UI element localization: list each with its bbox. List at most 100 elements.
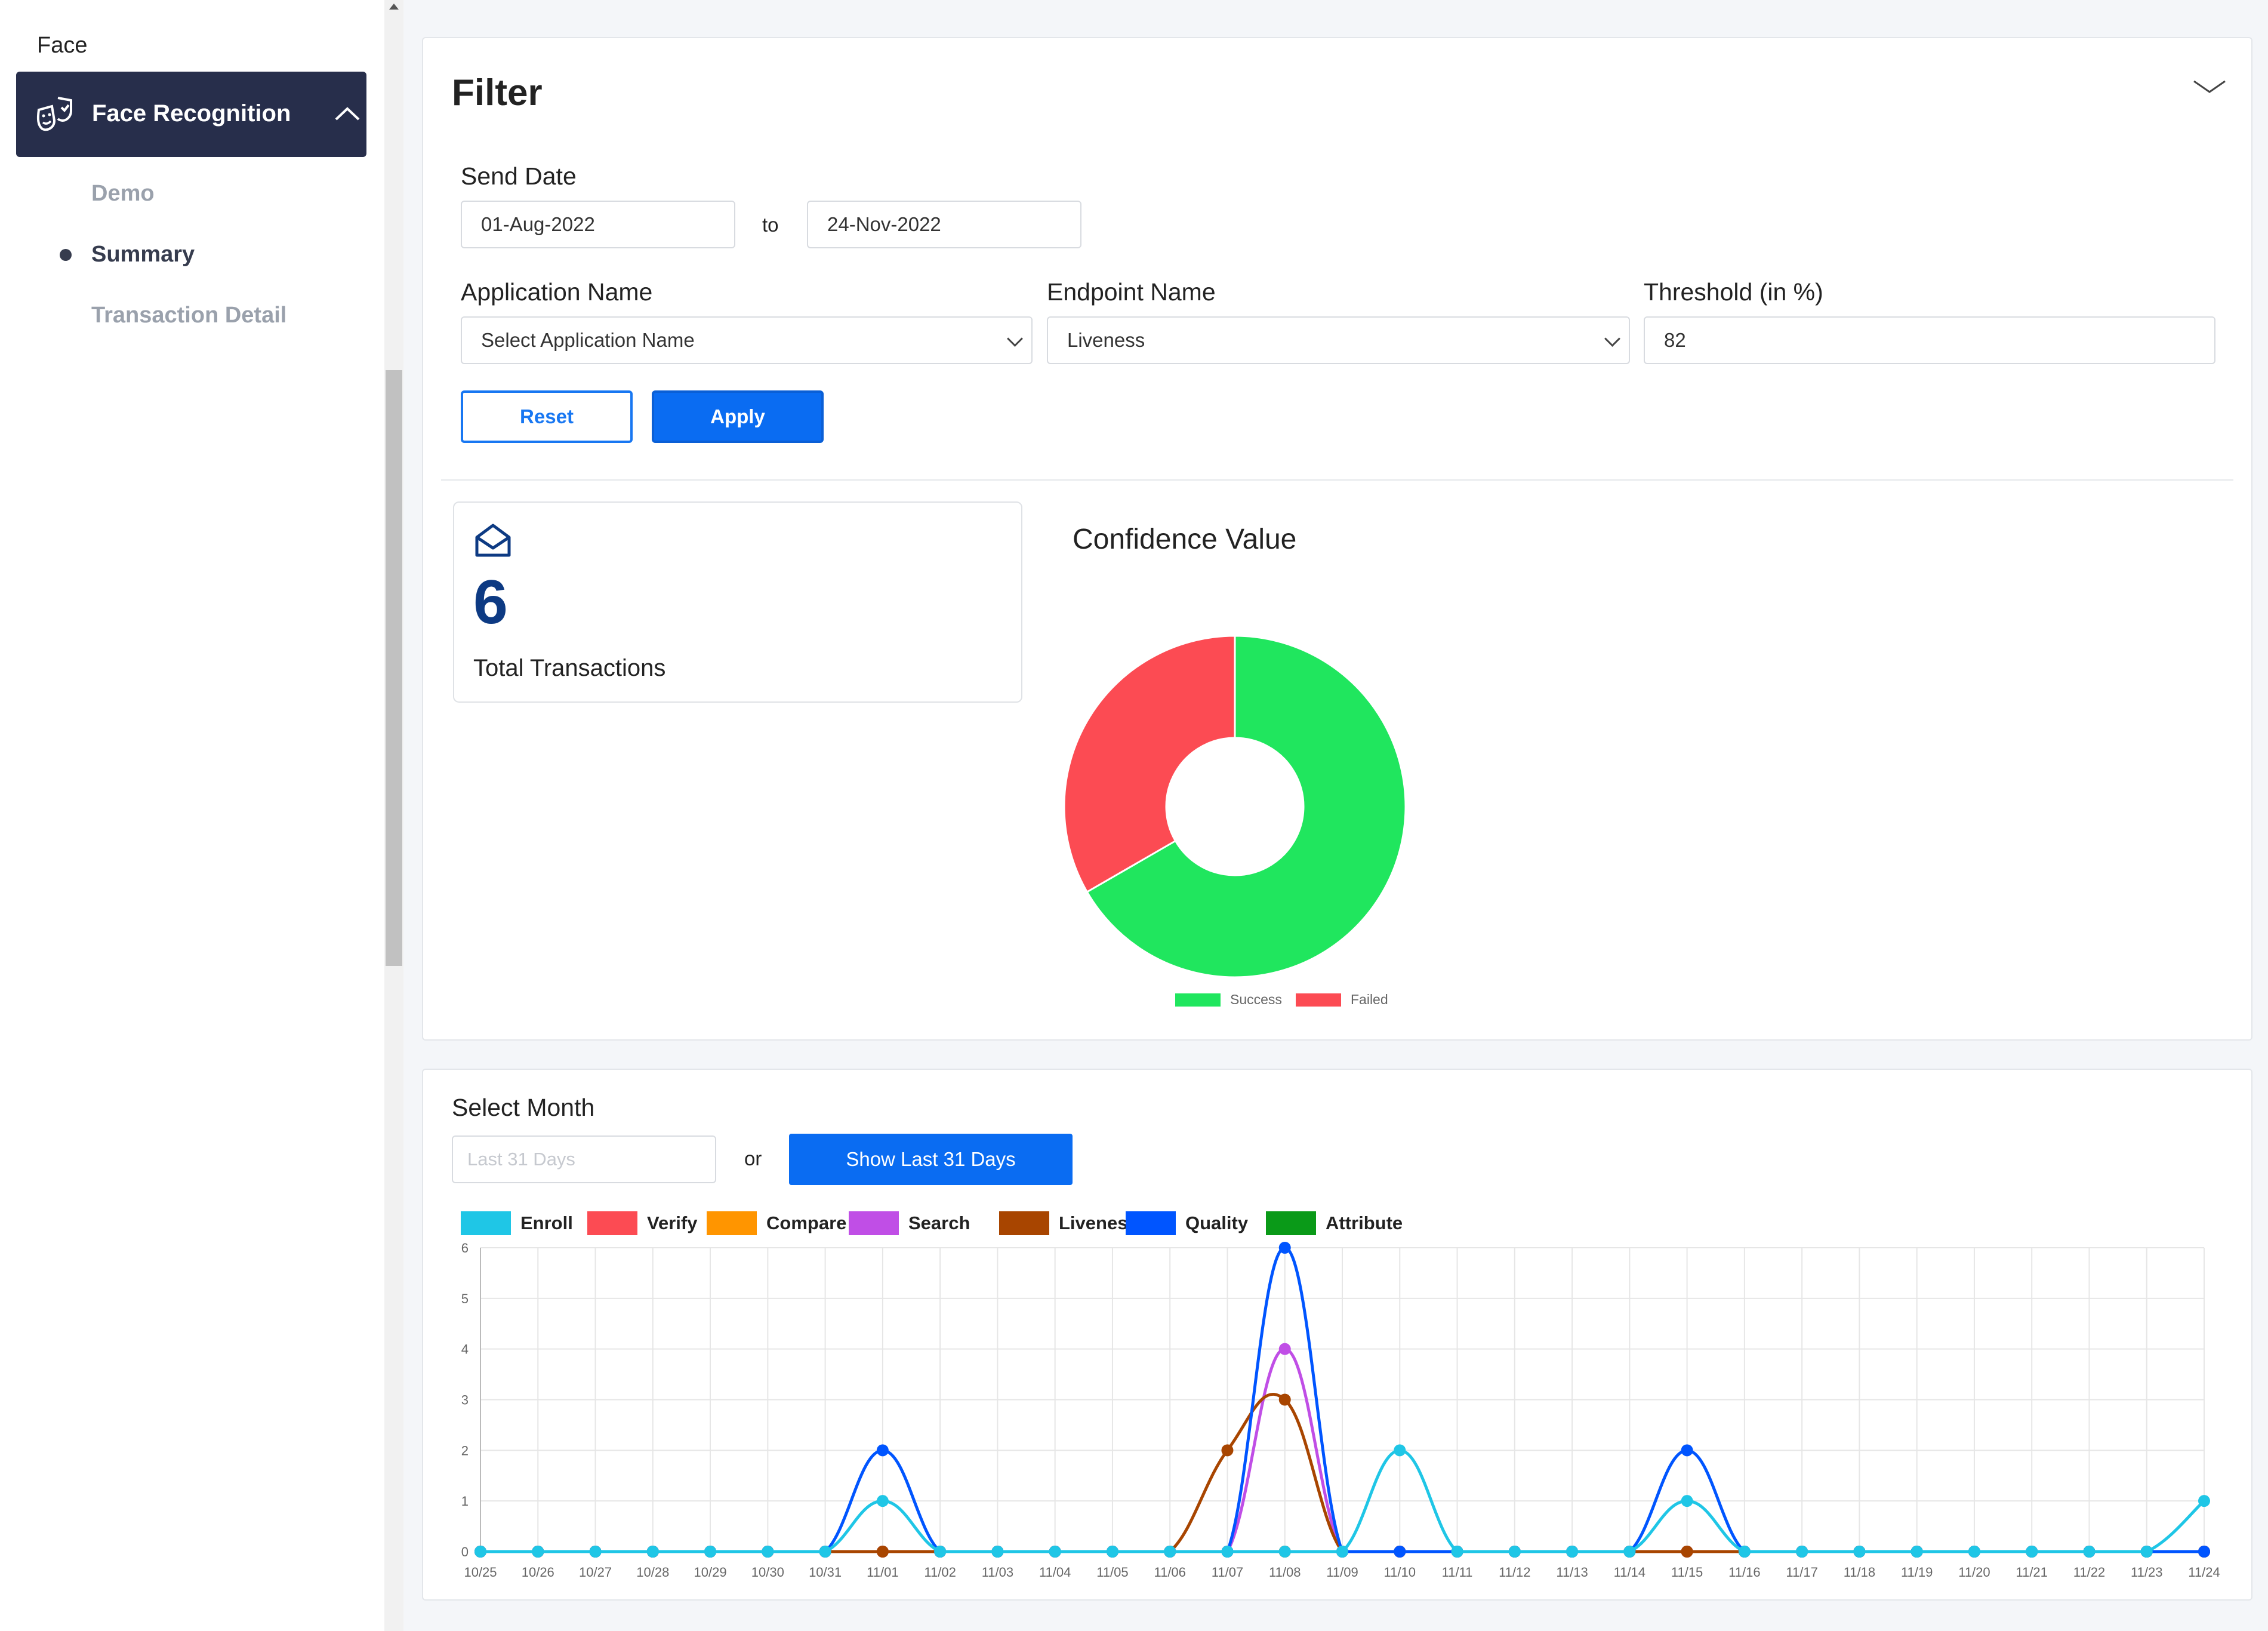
envelope-open-icon xyxy=(475,524,511,557)
date-from-input[interactable]: 01-Aug-2022 xyxy=(461,201,735,248)
data-point-enroll[interactable] xyxy=(1508,1546,1521,1558)
section-divider xyxy=(441,479,2233,481)
activity-card: Select Month Last 31 Days or Show Last 3… xyxy=(422,1069,2252,1601)
x-tick-label: 10/26 xyxy=(522,1565,554,1580)
sidebar-group-face-recognition[interactable]: Face Recognition xyxy=(16,72,366,157)
x-tick-label: 11/21 xyxy=(2016,1565,2047,1580)
data-point-enroll[interactable] xyxy=(1164,1546,1176,1558)
data-point-enroll[interactable] xyxy=(646,1546,659,1558)
data-point-enroll[interactable] xyxy=(589,1546,602,1558)
x-tick-label: 10/29 xyxy=(694,1565,727,1580)
date-to-input[interactable]: 24-Nov-2022 xyxy=(807,201,1081,248)
data-point-liveness[interactable] xyxy=(1278,1393,1291,1406)
application-name-select[interactable]: Select Application Name xyxy=(461,316,1033,364)
x-tick-label: 11/24 xyxy=(2188,1565,2220,1580)
data-point-liveness[interactable] xyxy=(876,1546,889,1558)
x-tick-label: 11/17 xyxy=(1786,1565,1817,1580)
legend-swatch-failed[interactable] xyxy=(1296,993,1341,1007)
endpoint-name-select[interactable]: Liveness xyxy=(1047,316,1630,364)
x-tick-label: 10/31 xyxy=(809,1565,842,1580)
data-point-liveness[interactable] xyxy=(1681,1546,1693,1558)
data-point-enroll[interactable] xyxy=(991,1546,1004,1558)
x-tick-label: 10/27 xyxy=(579,1565,612,1580)
data-point-quality[interactable] xyxy=(1278,1242,1291,1254)
x-tick-label: 11/13 xyxy=(1556,1565,1588,1580)
data-point-quality[interactable] xyxy=(1681,1444,1693,1457)
face-mask-icon xyxy=(36,97,72,131)
sidebar-item-summary[interactable]: Summary xyxy=(91,242,195,267)
data-point-enroll[interactable] xyxy=(532,1546,544,1558)
data-point-enroll[interactable] xyxy=(1738,1546,1751,1558)
y-tick-label: 2 xyxy=(461,1443,469,1458)
application-name-value: Select Application Name xyxy=(481,329,695,351)
chevron-up-icon[interactable] xyxy=(332,101,362,125)
x-tick-label: 11/10 xyxy=(1384,1565,1416,1580)
total-transactions-card: 6 Total Transactions xyxy=(453,501,1022,703)
total-transactions-count: 6 xyxy=(473,568,508,637)
select-caret-icon xyxy=(1007,331,1023,347)
data-point-enroll[interactable] xyxy=(1278,1546,1291,1558)
x-tick-label: 11/20 xyxy=(1958,1565,1990,1580)
data-point-enroll[interactable] xyxy=(1796,1546,1808,1558)
send-date-label: Send Date xyxy=(461,162,577,190)
apply-button[interactable]: Apply xyxy=(652,390,824,443)
endpoint-name-label: Endpoint Name xyxy=(1047,278,1216,306)
data-point-enroll[interactable] xyxy=(934,1546,947,1558)
data-point-enroll[interactable] xyxy=(474,1546,486,1558)
data-point-enroll[interactable] xyxy=(2026,1546,2038,1558)
scroll-up-arrow-icon[interactable] xyxy=(389,4,399,10)
sidebar-item-demo[interactable]: Demo xyxy=(91,181,155,207)
data-point-enroll[interactable] xyxy=(762,1546,774,1558)
data-point-enroll[interactable] xyxy=(1336,1546,1348,1558)
data-point-enroll[interactable] xyxy=(704,1546,717,1558)
scrollbar-thumb[interactable] xyxy=(386,370,402,966)
donut-slice-failed[interactable] xyxy=(1063,635,1236,894)
data-point-enroll[interactable] xyxy=(1910,1546,1923,1558)
data-point-search[interactable] xyxy=(1278,1343,1291,1355)
chart-grid xyxy=(480,1247,2205,1558)
threshold-input[interactable]: 82 xyxy=(1644,316,2215,364)
y-tick-label: 4 xyxy=(461,1342,469,1357)
data-point-enroll[interactable] xyxy=(1049,1546,1061,1558)
data-point-enroll[interactable] xyxy=(1106,1546,1118,1558)
y-tick-label: 1 xyxy=(461,1494,469,1509)
data-point-quality[interactable] xyxy=(2198,1546,2210,1558)
sidebar-scrollbar[interactable] xyxy=(384,0,403,1631)
legend-swatch-success[interactable] xyxy=(1175,993,1221,1007)
x-tick-label: 11/02 xyxy=(924,1565,956,1580)
total-transactions-label: Total Transactions xyxy=(473,655,666,681)
data-point-enroll[interactable] xyxy=(1221,1546,1234,1558)
data-point-enroll[interactable] xyxy=(1394,1444,1406,1457)
x-tick-label: 11/11 xyxy=(1442,1565,1473,1580)
chevron-down-icon[interactable] xyxy=(2192,74,2227,98)
y-tick-label: 0 xyxy=(461,1544,469,1559)
data-point-enroll[interactable] xyxy=(1968,1546,1980,1558)
data-point-enroll[interactable] xyxy=(1566,1546,1579,1558)
x-tick-label: 11/09 xyxy=(1326,1565,1358,1580)
active-bullet-icon xyxy=(60,249,72,261)
x-tick-label: 11/06 xyxy=(1154,1565,1185,1580)
x-tick-label: 11/08 xyxy=(1269,1565,1301,1580)
y-tick-label: 5 xyxy=(461,1291,469,1306)
x-tick-label: 11/23 xyxy=(2131,1565,2162,1580)
data-point-enroll[interactable] xyxy=(819,1546,831,1558)
data-point-enroll[interactable] xyxy=(2140,1546,2153,1558)
data-point-enroll[interactable] xyxy=(1853,1546,1866,1558)
data-point-quality[interactable] xyxy=(1394,1546,1406,1558)
data-point-enroll[interactable] xyxy=(1451,1546,1463,1558)
sidebar-item-transaction-detail[interactable]: Transaction Detail xyxy=(91,303,286,328)
data-point-enroll[interactable] xyxy=(2083,1546,2096,1558)
data-point-enroll[interactable] xyxy=(1623,1546,1636,1558)
reset-button[interactable]: Reset xyxy=(461,390,633,443)
data-point-enroll[interactable] xyxy=(876,1495,889,1507)
data-point-enroll[interactable] xyxy=(1681,1495,1693,1507)
x-tick-label: 11/19 xyxy=(1901,1565,1933,1580)
sidebar-section-title: Face xyxy=(37,33,88,58)
x-tick-label: 10/30 xyxy=(751,1565,784,1580)
data-point-liveness[interactable] xyxy=(1221,1444,1234,1457)
data-point-quality[interactable] xyxy=(876,1444,889,1457)
x-tick-label: 11/18 xyxy=(1844,1565,1875,1580)
data-point-enroll[interactable] xyxy=(2198,1495,2210,1507)
application-name-label: Application Name xyxy=(461,278,653,306)
x-tick-label: 10/25 xyxy=(464,1565,497,1580)
